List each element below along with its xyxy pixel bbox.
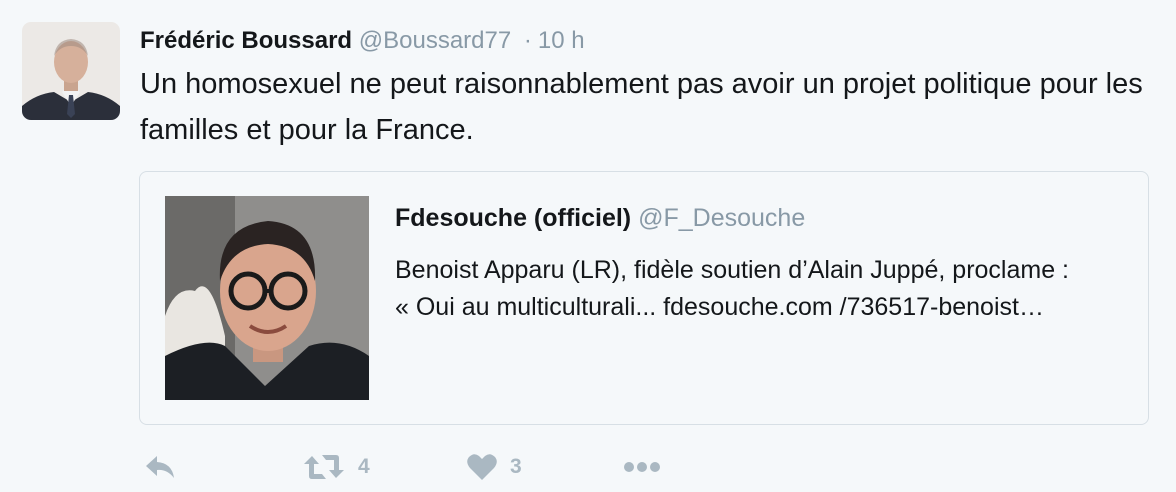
tweet-text: Un homosexuel ne peut raisonnablement pa… (140, 68, 1143, 146)
more-icon (622, 452, 662, 482)
reply-button[interactable] (143, 450, 177, 484)
retweet-count: 4 (358, 455, 370, 478)
like-button[interactable]: 3 (466, 450, 522, 484)
retweet-button[interactable]: 4 (302, 450, 370, 484)
heart-icon (466, 452, 498, 482)
like-count: 3 (510, 455, 522, 478)
quoted-tweet-text: Benoist Apparu (LR), fidèle soutien d’Al… (395, 256, 1069, 321)
more-button[interactable] (622, 450, 662, 484)
quoted-tweet-header: Fdesouche (officiel) @F_Desouche (395, 202, 805, 234)
quoted-tweet-card[interactable]: Fdesouche (officiel) @F_Desouche Benoist… (139, 171, 1149, 425)
author-handle[interactable]: @Boussard77 (359, 27, 511, 54)
header-separator: · (523, 27, 532, 54)
tweet-header: Frédéric Boussard @Boussard77 · 10 h (140, 26, 585, 56)
quoted-tweet-image (165, 196, 369, 400)
quoted-author-handle[interactable]: @F_Desouche (638, 204, 805, 232)
tweet-timestamp[interactable]: 10 h (538, 27, 585, 54)
retweet-icon (302, 452, 346, 482)
reply-icon (143, 452, 177, 482)
author-avatar[interactable] (22, 22, 120, 120)
author-name[interactable]: Frédéric Boussard (140, 27, 352, 54)
quoted-author-name[interactable]: Fdesouche (officiel) (395, 204, 631, 232)
